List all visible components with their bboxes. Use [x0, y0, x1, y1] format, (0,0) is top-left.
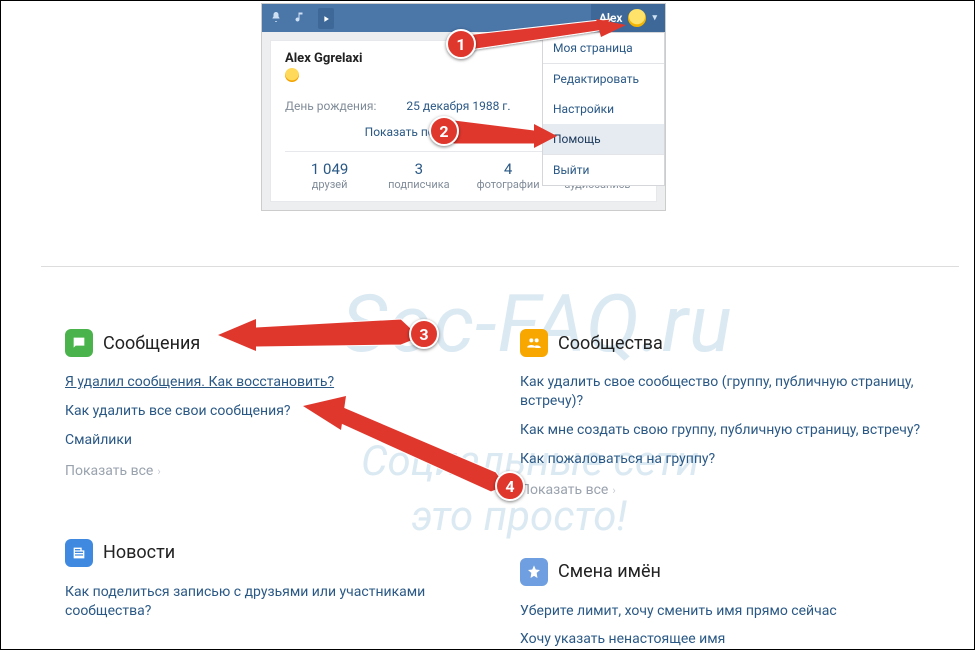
- annotation-badge-3: 3: [409, 319, 439, 349]
- birthday-value[interactable]: 25 декабря 1988 г.: [406, 99, 510, 113]
- chevron-down-icon: ▾: [652, 13, 657, 23]
- faq-link[interactable]: Как удалить все свои сообщения?: [65, 402, 480, 421]
- faq-link[interactable]: Хочу указать ненастоящее имя: [520, 630, 935, 647]
- faq-link[interactable]: Как мне создать свою группу, публичную с…: [520, 421, 935, 440]
- stat-followers[interactable]: 3 подписчика: [374, 152, 463, 201]
- section-names: Смена имён: [520, 558, 935, 586]
- header-user-menu[interactable]: Alex ▾: [591, 4, 665, 32]
- show-all-messages[interactable]: Показать все›: [65, 463, 161, 479]
- dd-edit[interactable]: Редактировать: [543, 64, 664, 94]
- annotation-badge-1: 1: [446, 29, 476, 59]
- chevron-right-icon: ›: [612, 484, 615, 497]
- stat-photos[interactable]: 4 фотографии: [464, 152, 553, 201]
- header-username: Alex: [599, 11, 623, 25]
- dd-logout[interactable]: Выйти: [543, 155, 664, 185]
- section-news: Новости: [65, 539, 480, 567]
- birthday-label: День рождения:: [285, 99, 376, 113]
- show-all-communities[interactable]: Показать все›: [520, 482, 616, 498]
- avatar: [628, 9, 646, 27]
- section-communities: Сообщества: [520, 329, 935, 357]
- faq-link[interactable]: Я удалил сообщения. Как восстановить?: [65, 373, 480, 392]
- communities-icon: [520, 329, 548, 357]
- status-emoji-icon: [285, 68, 299, 82]
- faq-panel: Soc-FAQ.ru Социальные сети это просто! С…: [41, 266, 959, 647]
- faq-link[interactable]: Смайлики: [65, 431, 480, 450]
- faq-link[interactable]: Как удалить свое сообщество (группу, пуб…: [520, 373, 935, 411]
- faq-link[interactable]: Как пожаловаться на группу?: [520, 450, 935, 469]
- music-icon[interactable]: [294, 9, 306, 28]
- dd-my-page[interactable]: Моя страница: [543, 33, 664, 63]
- faq-link[interactable]: Уберите лимит, хочу сменить имя прямо се…: [520, 602, 935, 621]
- message-icon: [65, 329, 93, 357]
- chevron-right-icon: ›: [157, 465, 160, 478]
- dd-help[interactable]: Помощь: [543, 124, 664, 154]
- star-icon: [520, 558, 548, 586]
- dd-settings[interactable]: Настройки: [543, 94, 664, 124]
- user-dropdown: Моя страница Редактировать Настройки Пом…: [542, 32, 665, 186]
- play-icon[interactable]: [318, 8, 334, 29]
- annotation-badge-2: 2: [429, 116, 459, 146]
- bell-icon[interactable]: [270, 9, 282, 28]
- annotation-badge-4: 4: [495, 471, 525, 501]
- faq-link[interactable]: Как поделиться записью с друзьями или уч…: [65, 583, 480, 621]
- news-icon: [65, 539, 93, 567]
- vk-header: Alex ▾: [262, 4, 665, 32]
- stat-friends[interactable]: 1 049 друзей: [285, 152, 374, 201]
